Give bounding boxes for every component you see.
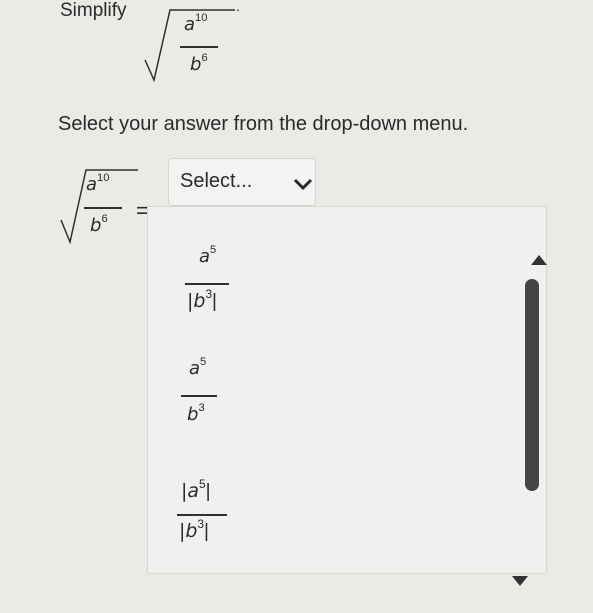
prompt-label: Simplify [60,0,127,21]
scrollbar-thumb[interactable] [525,279,539,491]
equation-numerator: a10 [86,172,110,195]
prompt-numerator: a10 [184,12,208,35]
triangle-up-icon[interactable] [531,252,547,270]
option-abs-a5-over-abs-b3[interactable]: |a5| |b3| [175,479,245,570]
prompt-denominator: b6 [190,52,208,75]
equation-fraction-bar [84,207,122,209]
option-a5-over-abs-b3[interactable]: a5 |b3| [175,245,245,336]
instructions-text: Select your answer from the drop-down me… [58,113,469,135]
chevron-down-icon[interactable] [292,176,314,197]
triangle-down-icon[interactable] [512,573,528,591]
option-fraction-bar [185,283,229,285]
prompt-fraction-bar [180,46,218,48]
prompt-expression: a10 b6 . [140,0,250,95]
option-fraction-bar [177,514,227,516]
dropdown-selected-label: Select... [180,170,253,192]
equation-denominator: b6 [90,213,108,236]
option-fraction-bar [181,395,217,397]
prompt-period: . [236,0,240,14]
option-a5-over-b3[interactable]: a5 b3 [175,357,245,448]
